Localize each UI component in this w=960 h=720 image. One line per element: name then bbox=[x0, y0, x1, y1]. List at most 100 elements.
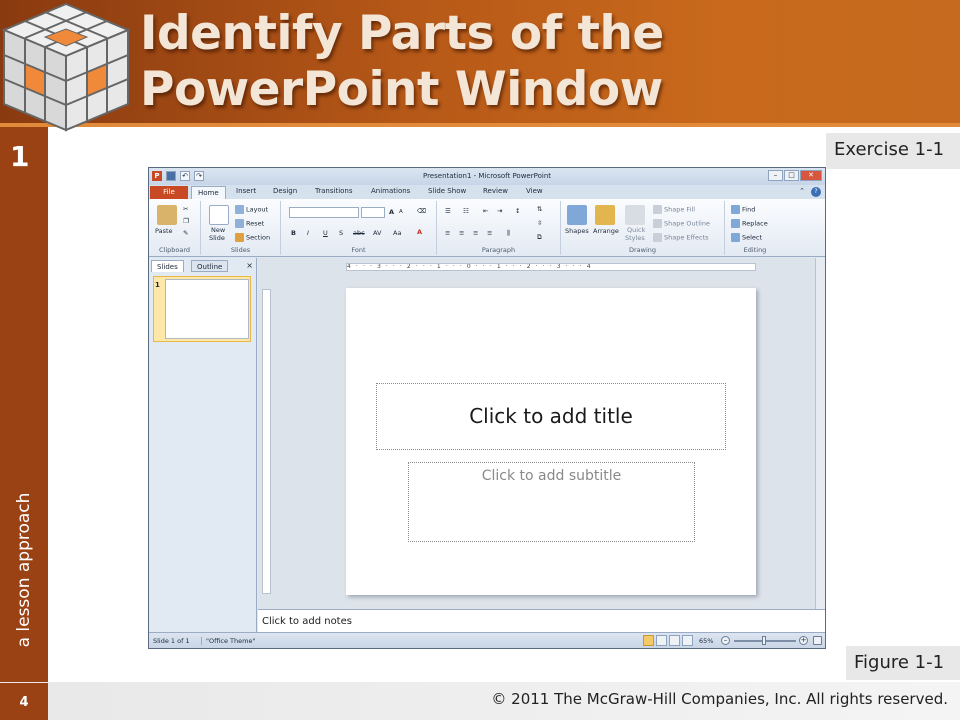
tab-design[interactable]: Design bbox=[273, 187, 297, 195]
quick-styles-line1[interactable]: Quick bbox=[627, 226, 645, 234]
slide-title-line-1: Identify Parts of the bbox=[140, 6, 664, 61]
smartart-icon[interactable]: ⧉ bbox=[537, 233, 542, 242]
subtitle-placeholder[interactable]: Click to add subtitle bbox=[408, 462, 695, 542]
bold-button[interactable]: B bbox=[291, 229, 296, 237]
font-color-button[interactable]: A bbox=[417, 228, 422, 236]
new-slide-icon[interactable] bbox=[209, 205, 229, 225]
section-button[interactable]: Section bbox=[235, 233, 270, 242]
close-pane-icon[interactable]: × bbox=[246, 261, 253, 270]
align-right-icon[interactable]: ≡ bbox=[473, 229, 478, 237]
normal-view-icon[interactable] bbox=[643, 635, 654, 646]
shape-effects-button[interactable]: Shape Effects bbox=[653, 233, 709, 242]
slide-thumbnail[interactable] bbox=[153, 276, 251, 342]
clipboard-group: Paste ✂ ❐ ✎ Clipboard bbox=[149, 201, 201, 255]
layout-icon bbox=[235, 205, 244, 214]
align-left-icon[interactable]: ≡ bbox=[445, 229, 450, 237]
arrange-icon[interactable] bbox=[595, 205, 615, 225]
increase-indent-icon[interactable]: ⇥ bbox=[497, 207, 502, 215]
close-button[interactable]: ✕ bbox=[800, 170, 822, 181]
slides-label: Slides bbox=[230, 246, 251, 254]
shadow-button[interactable]: S bbox=[339, 229, 343, 237]
quick-styles-line2[interactable]: Styles bbox=[625, 234, 645, 242]
help-icon[interactable]: ? bbox=[811, 187, 821, 197]
grow-font-button[interactable]: A bbox=[389, 208, 394, 216]
find-icon bbox=[731, 205, 740, 214]
reset-icon bbox=[235, 219, 244, 228]
reset-label: Reset bbox=[246, 219, 265, 228]
slide-canvas[interactable]: Click to add title Click to add subtitle bbox=[346, 288, 756, 595]
bullets-icon[interactable]: ☰ bbox=[445, 207, 451, 215]
cut-icon[interactable]: ✂ bbox=[183, 205, 188, 213]
minimize-ribbon-icon[interactable]: ⌃ bbox=[797, 187, 807, 197]
reset-button[interactable]: Reset bbox=[235, 219, 264, 228]
ribbon-help-area: ⌃ ? bbox=[797, 187, 821, 197]
copy-icon[interactable]: ❐ bbox=[183, 217, 189, 225]
slide-show-view-icon[interactable] bbox=[682, 635, 693, 646]
tab-home[interactable]: Home bbox=[191, 186, 226, 199]
shape-fill-button[interactable]: Shape Fill bbox=[653, 205, 695, 214]
maximize-button[interactable]: □ bbox=[784, 170, 799, 181]
line-spacing-icon[interactable]: ↕ bbox=[515, 207, 520, 215]
shape-outline-button[interactable]: Shape Outline bbox=[653, 219, 710, 228]
shapes-icon[interactable] bbox=[567, 205, 587, 225]
tab-view[interactable]: View bbox=[526, 187, 543, 195]
tab-slide-show[interactable]: Slide Show bbox=[428, 187, 466, 195]
paragraph-group: ☰ ☷ ⇤ ⇥ ↕ ⇅ ≡ ≡ ≡ ≡ ⫼ ⇳ ⧉ Paragraph bbox=[437, 201, 561, 255]
vertical-scrollbar[interactable] bbox=[815, 258, 825, 609]
shape-fill-icon bbox=[653, 205, 662, 214]
align-center-icon[interactable]: ≡ bbox=[459, 229, 464, 237]
zoom-out-button[interactable]: – bbox=[721, 636, 730, 645]
layout-button[interactable]: Layout bbox=[235, 205, 268, 214]
decrease-indent-icon[interactable]: ⇤ bbox=[483, 207, 488, 215]
shrink-font-button[interactable]: A bbox=[399, 209, 403, 215]
justify-icon[interactable]: ≡ bbox=[487, 229, 492, 237]
format-painter-icon[interactable]: ✎ bbox=[183, 229, 188, 237]
numbering-icon[interactable]: ☷ bbox=[463, 207, 469, 215]
font-label: Font bbox=[351, 246, 366, 254]
title-placeholder[interactable]: Click to add title bbox=[376, 383, 726, 450]
tab-review[interactable]: Review bbox=[483, 187, 508, 195]
notes-pane[interactable]: Click to add notes bbox=[258, 609, 825, 632]
quick-styles-icon[interactable] bbox=[625, 205, 645, 225]
font-size-field[interactable] bbox=[361, 207, 385, 218]
tab-transitions[interactable]: Transitions bbox=[315, 187, 353, 195]
strikethrough-button[interactable]: abc bbox=[353, 229, 365, 237]
align-text-icon[interactable]: ⇳ bbox=[537, 219, 542, 227]
paste-button[interactable]: Paste bbox=[155, 227, 173, 235]
minimize-button[interactable]: – bbox=[768, 170, 783, 181]
window-title: Presentation1 - Microsoft PowerPoint bbox=[422, 172, 552, 180]
zoom-slider-thumb[interactable] bbox=[762, 636, 766, 645]
tab-animations[interactable]: Animations bbox=[371, 187, 410, 195]
tab-outline[interactable]: Outline bbox=[191, 260, 229, 272]
zoom-level[interactable]: 65% bbox=[699, 637, 713, 645]
reading-view-icon[interactable] bbox=[669, 635, 680, 646]
zoom-in-button[interactable]: + bbox=[799, 636, 808, 645]
columns-icon[interactable]: ⫼ bbox=[507, 229, 510, 238]
paragraph-label: Paragraph bbox=[481, 246, 516, 254]
find-button[interactable]: Find bbox=[731, 205, 755, 214]
tab-file[interactable]: File bbox=[150, 186, 188, 199]
arrange-button[interactable]: Arrange bbox=[593, 227, 619, 235]
notes-placeholder[interactable]: Click to add notes bbox=[262, 616, 352, 627]
view-buttons bbox=[643, 635, 693, 646]
change-case-button[interactable]: Aa bbox=[393, 229, 401, 237]
pane-tabs: Slides Outline × bbox=[151, 260, 255, 272]
select-button[interactable]: Select bbox=[731, 233, 762, 242]
italic-button[interactable]: I bbox=[307, 229, 309, 237]
paste-icon[interactable] bbox=[157, 205, 177, 225]
text-direction-icon[interactable]: ⇅ bbox=[537, 205, 542, 213]
new-slide-button-line1[interactable]: New bbox=[211, 226, 225, 234]
underline-button[interactable]: U bbox=[323, 229, 328, 237]
new-slide-button-line2[interactable]: Slide bbox=[209, 234, 225, 242]
fit-to-window-icon[interactable] bbox=[813, 636, 822, 645]
shapes-button[interactable]: Shapes bbox=[565, 227, 589, 235]
clear-formatting-icon[interactable]: ⌫ bbox=[417, 207, 426, 215]
replace-button[interactable]: Replace bbox=[731, 219, 768, 228]
ribbon-tabs: File Home Insert Design Transitions Anim… bbox=[149, 185, 825, 199]
lesson-number: 1 bbox=[10, 140, 30, 173]
slide-sorter-view-icon[interactable] bbox=[656, 635, 667, 646]
character-spacing-button[interactable]: AV bbox=[373, 229, 381, 237]
tab-slides[interactable]: Slides bbox=[151, 260, 184, 272]
font-name-field[interactable] bbox=[289, 207, 359, 218]
tab-insert[interactable]: Insert bbox=[236, 187, 256, 195]
